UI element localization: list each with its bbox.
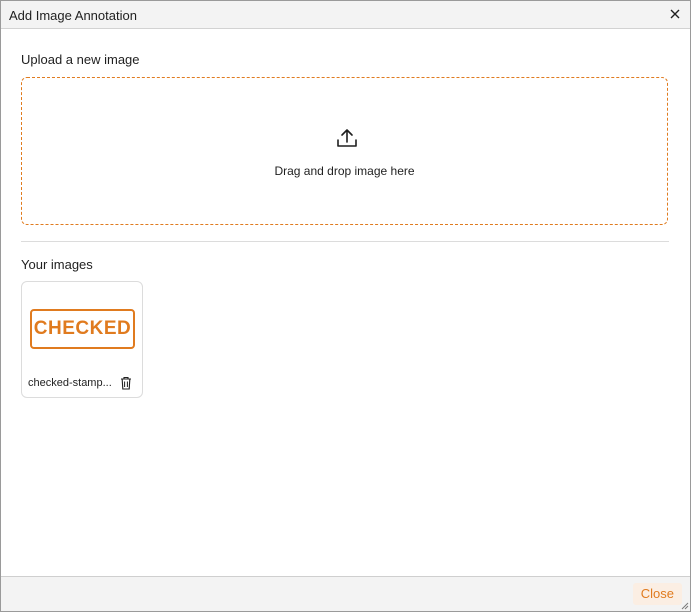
title-bar: Add Image Annotation <box>1 1 690 29</box>
close-icon[interactable] <box>668 6 682 22</box>
divider <box>21 241 669 242</box>
add-image-annotation-dialog: Add Image Annotation Upload a new image … <box>0 0 691 612</box>
trash-icon[interactable] <box>120 376 132 390</box>
image-dropzone[interactable]: Drag and drop image here <box>21 77 668 225</box>
image-file-name: checked-stamp... <box>28 377 112 389</box>
resize-grip-icon[interactable] <box>679 600 689 610</box>
close-button[interactable]: Close <box>632 583 682 605</box>
image-thumbnail: CHECKED <box>30 309 135 349</box>
image-card[interactable]: CHECKED checked-stamp... <box>21 281 143 398</box>
dialog-title: Add Image Annotation <box>9 8 137 23</box>
upload-section-title: Upload a new image <box>21 52 140 67</box>
drop-instruction: Drag and drop image here <box>274 164 415 178</box>
upload-icon <box>337 129 357 147</box>
your-images-title: Your images <box>21 257 93 272</box>
dialog-footer: Close <box>1 576 690 611</box>
